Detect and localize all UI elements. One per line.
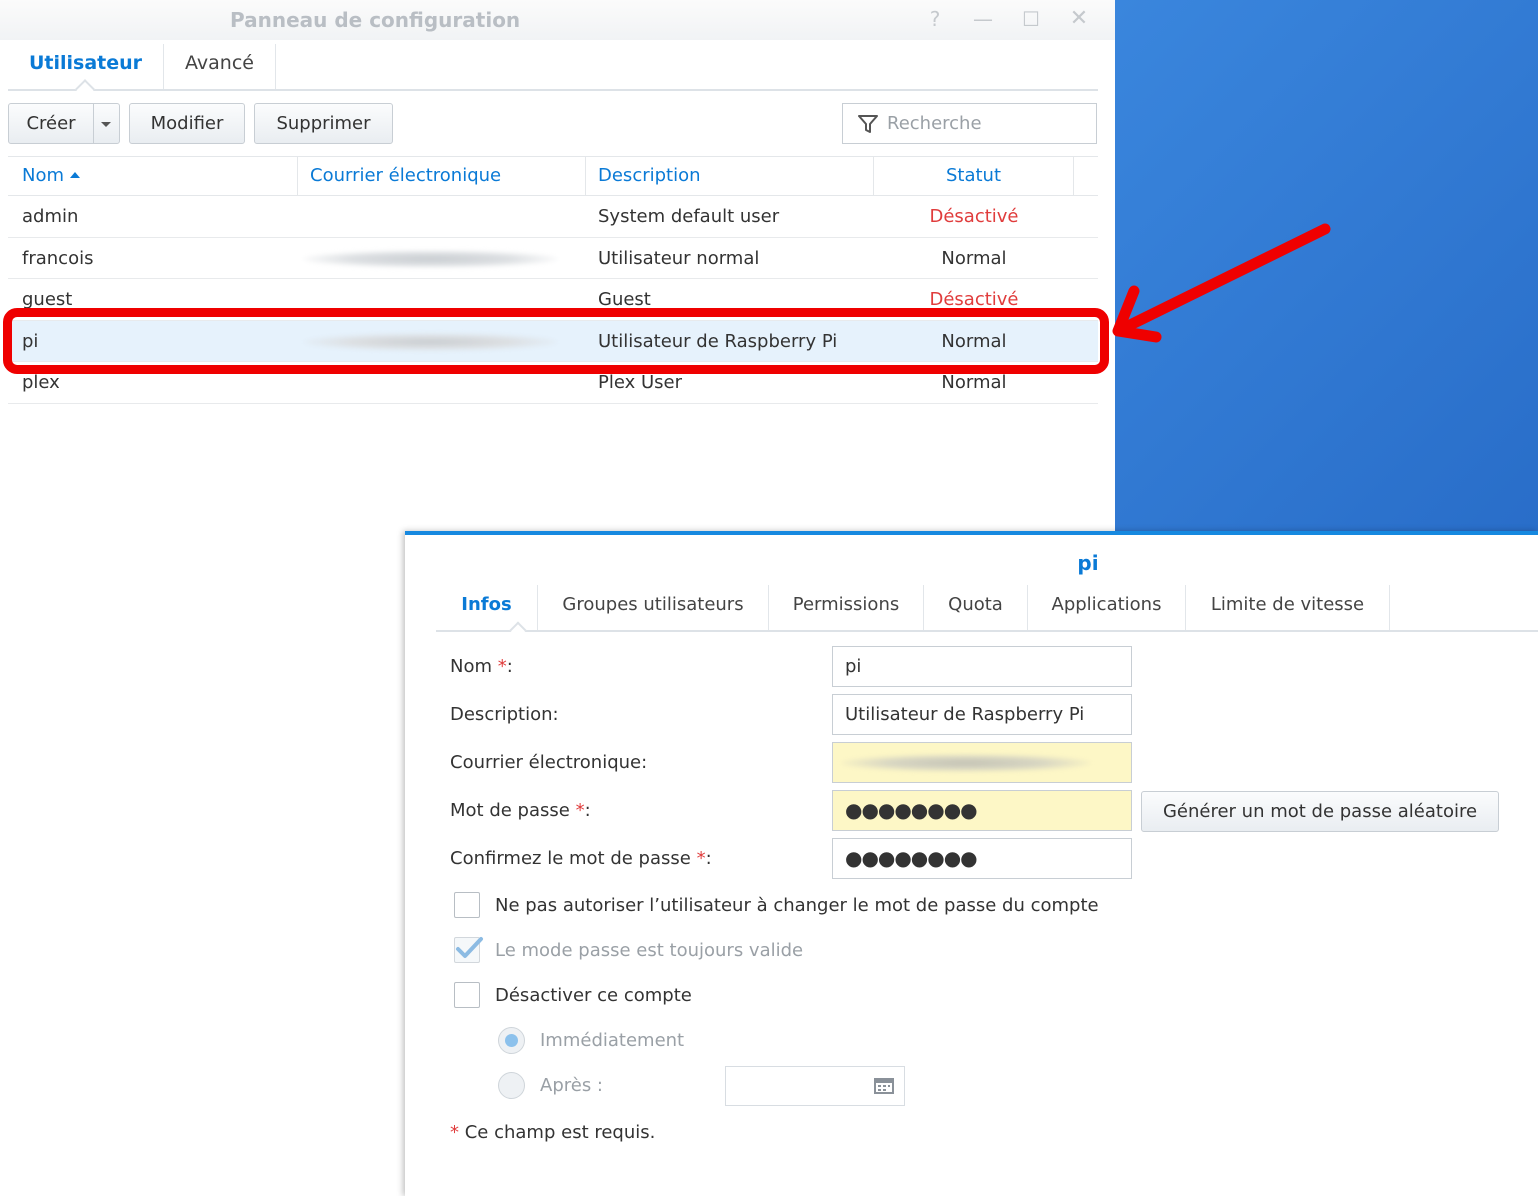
window-title: Panneau de configuration [230, 8, 521, 32]
confirm-password-label: Confirmez le mot de passe *: [450, 848, 712, 869]
main-tabs: Utilisateur Avancé [8, 44, 1098, 99]
dialog-tabs: Infos Groupes utilisateurs Permissions Q… [436, 585, 1538, 639]
search-input[interactable] [887, 108, 1087, 139]
tab-permissions[interactable]: Permissions [769, 585, 924, 630]
column-header-name-label: Nom [22, 165, 65, 186]
required-note-text: Ce champ est requis. [464, 1122, 656, 1143]
maximize-icon[interactable]: ☐ [1018, 6, 1044, 32]
disable-account-checkbox[interactable] [454, 982, 480, 1008]
split-divider [93, 104, 94, 143]
after-label: Après : [540, 1075, 603, 1096]
confirm-password-field[interactable]: ●●●●●●●● [832, 838, 1132, 879]
password-label: Mot de passe *: [450, 800, 591, 821]
description-label: Description: [450, 704, 559, 725]
annotation-highlight-box [3, 308, 1109, 374]
table-row[interactable]: admin System default user Désactivé [8, 196, 1098, 238]
disable-account-label: Désactiver ce compte [495, 985, 692, 1006]
table-row[interactable]: francois Utilisateur normal Normal [8, 238, 1098, 279]
generate-password-button[interactable]: Générer un mot de passe aléatoire [1141, 791, 1499, 832]
calendar-icon[interactable] [874, 1078, 894, 1094]
description-field[interactable]: Utilisateur de Raspberry Pi [832, 694, 1132, 735]
blurred-email [303, 249, 558, 268]
tab-infos[interactable]: Infos [436, 585, 538, 630]
cell-status: Désactivé [929, 206, 1019, 227]
title-bar: Panneau de configuration ? — ☐ ✕ [0, 0, 1115, 40]
immediately-label: Immédiatement [540, 1030, 685, 1051]
filter-icon[interactable] [857, 113, 879, 135]
tab-avance[interactable]: Avancé [164, 44, 276, 89]
cell-description: Utilisateur normal [598, 247, 760, 269]
search-box[interactable] [842, 103, 1097, 144]
cell-name: francois [22, 247, 94, 269]
column-header-status[interactable]: Statut [874, 157, 1074, 195]
tab-quota[interactable]: Quota [924, 585, 1028, 630]
cell-description: System default user [598, 206, 780, 227]
delete-button[interactable]: Supprimer [254, 103, 393, 144]
create-button[interactable]: Créer [8, 103, 120, 144]
column-header-description[interactable]: Description [586, 157, 874, 195]
after-radio[interactable] [498, 1072, 525, 1099]
close-icon[interactable]: ✕ [1066, 6, 1092, 32]
required-asterisk: * [696, 848, 706, 869]
column-header-email[interactable]: Courrier électronique [298, 157, 586, 195]
password-always-valid-label: Le mode passe est toujours valide [495, 940, 804, 961]
create-button-label: Créer [26, 113, 76, 134]
table-header: Nom Courrier électronique Description St… [8, 156, 1098, 196]
name-label-text: Nom [450, 656, 493, 677]
chevron-down-icon[interactable] [101, 122, 111, 127]
tab-applications[interactable]: Applications [1028, 585, 1186, 630]
password-label-text: Mot de passe [450, 800, 570, 821]
immediately-radio[interactable] [498, 1027, 525, 1054]
required-asterisk: * [575, 800, 585, 821]
tab-limite-de-vitesse[interactable]: Limite de vitesse [1186, 585, 1390, 630]
required-asterisk: * [497, 656, 507, 677]
password-field[interactable]: ●●●●●●●● [832, 790, 1132, 831]
user-edit-dialog: pi Infos Groupes utilisateurs Permission… [405, 531, 1538, 1196]
modify-button[interactable]: Modifier [129, 103, 245, 144]
required-note: * Ce champ est requis. [450, 1122, 655, 1143]
dialog-title: pi [1077, 551, 1099, 575]
no-change-password-label: Ne pas autoriser l’utilisateur à changer… [495, 895, 1099, 916]
blurred-email [841, 754, 1091, 772]
email-field[interactable] [832, 742, 1132, 783]
cell-status: Normal [941, 247, 1007, 269]
date-field[interactable] [725, 1066, 905, 1106]
tab-groupes-utilisateurs[interactable]: Groupes utilisateurs [538, 585, 769, 630]
annotation-arrow [1112, 223, 1331, 343]
help-icon[interactable]: ? [922, 6, 948, 32]
name-label: Nom *: [450, 656, 513, 677]
no-change-password-checkbox[interactable] [454, 892, 480, 918]
cell-name: admin [22, 206, 79, 227]
confirm-password-label-text: Confirmez le mot de passe [450, 848, 691, 869]
password-always-valid-checkbox[interactable] [454, 937, 483, 963]
checkmark-icon [456, 937, 483, 958]
column-header-name[interactable]: Nom [8, 157, 298, 195]
email-label: Courrier électronique: [450, 752, 648, 773]
name-field[interactable]: pi [832, 646, 1132, 687]
sort-ascending-icon [70, 172, 81, 178]
minimize-icon[interactable]: — [970, 6, 996, 32]
required-asterisk: * [450, 1122, 459, 1143]
